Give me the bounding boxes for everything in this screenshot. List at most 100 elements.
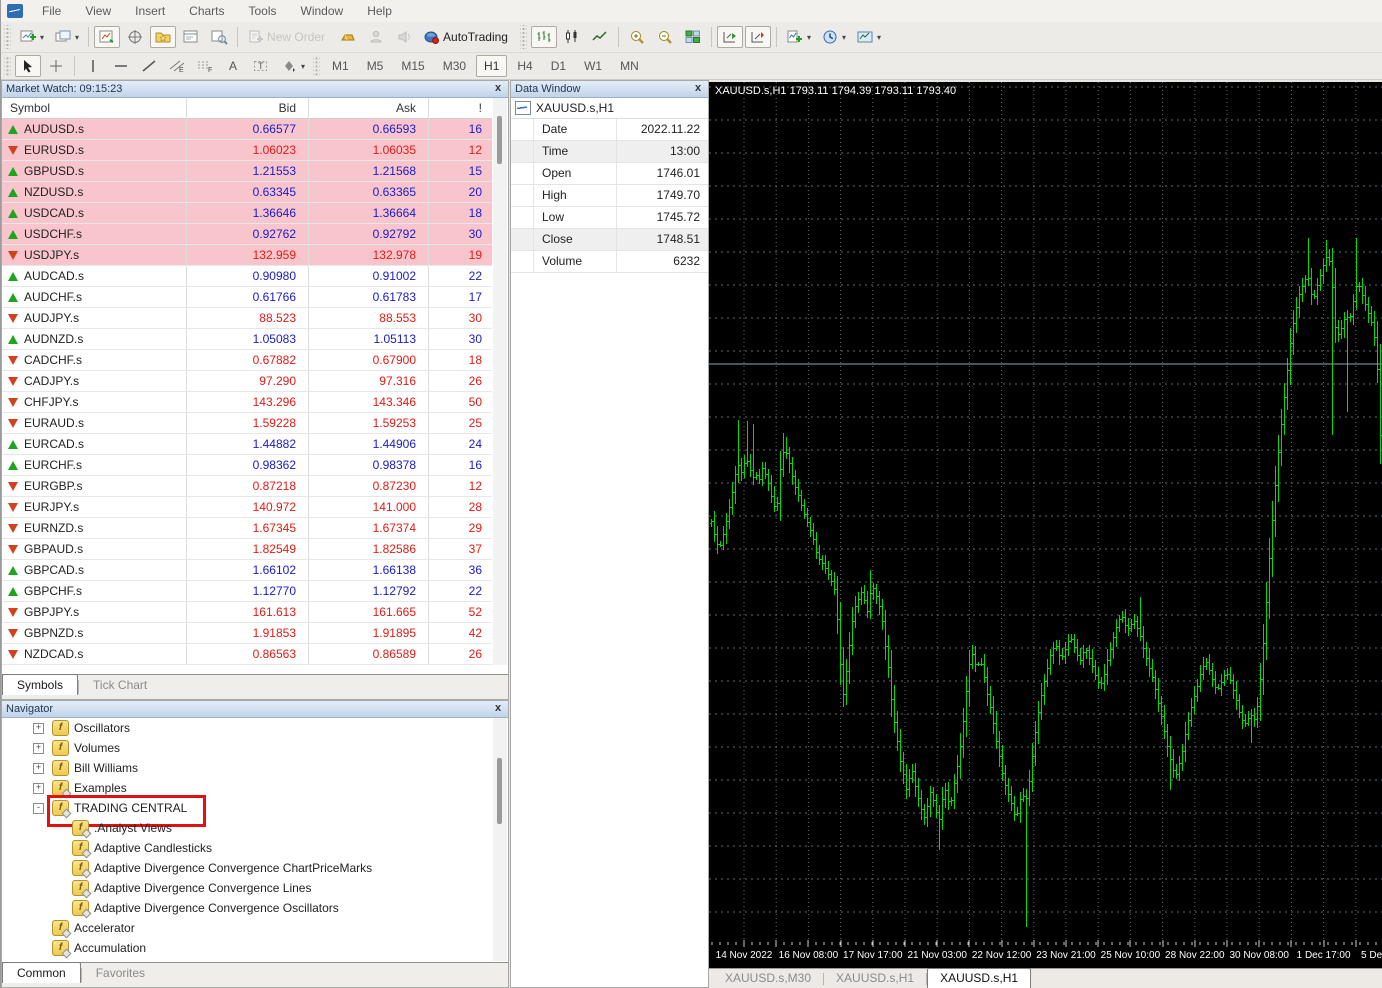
market-watch-row-audjpy-s[interactable]: AUDJPY.s88.52388.55330: [2, 308, 492, 329]
market-watch-row-chfjpy-s[interactable]: CHFJPY.s143.296143.34650: [2, 392, 492, 413]
market-watch-row-cadchf-s[interactable]: CADCHF.s0.678820.6790018: [2, 350, 492, 371]
periods-button[interactable]: ▾: [817, 26, 850, 48]
market-watch-row-eurcad-s[interactable]: EURCAD.s1.448821.4490624: [2, 434, 492, 455]
navigator-item-adaptive-divergence-convergence-lines[interactable]: fAdaptive Divergence Convergence Lines: [2, 878, 492, 898]
vline-button[interactable]: [80, 55, 106, 77]
close-icon[interactable]: x: [692, 83, 704, 95]
templates-button[interactable]: ▾: [852, 26, 885, 48]
data-window-toggle[interactable]: [122, 26, 148, 48]
market-watch-row-audchf-s[interactable]: AUDCHF.s0.617660.6178317: [2, 287, 492, 308]
market-watch-row-eurchf-s[interactable]: EURCHF.s0.983620.9837816: [2, 455, 492, 476]
chevron-down-icon[interactable]: ▾: [877, 33, 881, 42]
navigator-item-accelerator[interactable]: fAccelerator: [2, 918, 492, 938]
expert-advisor-button[interactable]: [363, 26, 389, 48]
menu-charts[interactable]: Charts: [178, 1, 235, 21]
tree-expand-icon[interactable]: +: [33, 723, 44, 734]
navigator-item-accumulation[interactable]: fAccumulation: [2, 938, 492, 958]
tree-expand-icon[interactable]: +: [33, 763, 44, 774]
zoom-in-button[interactable]: [624, 26, 650, 48]
sounds-button[interactable]: [391, 26, 417, 48]
market-watch-row-audusd-s[interactable]: AUDUSD.s0.665770.6659316: [2, 119, 492, 140]
auto-scroll-button[interactable]: [717, 26, 743, 48]
toolbar-grip[interactable]: [313, 56, 320, 77]
chart-shift-button[interactable]: [745, 26, 771, 48]
tree-expand-icon[interactable]: +: [33, 783, 44, 794]
timeframe-m1[interactable]: M1: [324, 55, 357, 77]
market-watch-row-eurnzd-s[interactable]: EURNZD.s1.673451.6737429: [2, 518, 492, 539]
market-watch-row-gbpusd-s[interactable]: GBPUSD.s1.215531.2156815: [2, 161, 492, 182]
chevron-down-icon[interactable]: ▾: [75, 33, 79, 42]
hline-button[interactable]: [108, 55, 134, 77]
shapes-button[interactable]: ▾: [276, 55, 309, 77]
navigator-item-adaptive-candlesticks[interactable]: fAdaptive Candlesticks: [2, 838, 492, 858]
col-bid[interactable]: Bid: [187, 98, 309, 118]
menu-window[interactable]: Window: [290, 1, 355, 21]
market-watch-row-eurusd-s[interactable]: EURUSD.s1.060231.0603512: [2, 140, 492, 161]
close-icon[interactable]: x: [492, 703, 504, 715]
menu-help[interactable]: Help: [356, 1, 403, 21]
market-watch-row-audnzd-s[interactable]: AUDNZD.s1.050831.0511330: [2, 329, 492, 350]
col-spread[interactable]: !: [429, 98, 492, 118]
chevron-down-icon[interactable]: ▾: [301, 62, 305, 71]
strategy-tester-button[interactable]: [206, 26, 232, 48]
navigator-item--analyst-views[interactable]: f.Analyst Views: [2, 818, 492, 838]
trendline-button[interactable]: [136, 55, 162, 77]
fibonacci-button[interactable]: F: [192, 55, 218, 77]
price-chart[interactable]: 14 Nov 202216 Nov 08:0017 Nov 17:0021 No…: [709, 82, 1382, 968]
market-watch-row-gbpjpy-s[interactable]: GBPJPY.s161.613161.66552: [2, 602, 492, 623]
chevron-down-icon[interactable]: ▾: [807, 33, 811, 42]
market-watch-row-usdchf-s[interactable]: USDCHF.s0.927620.9279230: [2, 224, 492, 245]
scrollbar-thumb[interactable]: [497, 116, 502, 164]
navigator-titlebar[interactable]: Navigator x: [2, 701, 508, 718]
navigator-item-volumes[interactable]: +fVolumes: [2, 738, 492, 758]
market-watch-row-nzdusd-s[interactable]: NZDUSD.s0.633450.6336520: [2, 182, 492, 203]
line-chart-button[interactable]: [587, 26, 613, 48]
profiles-button[interactable]: ▾: [50, 26, 83, 48]
close-icon[interactable]: x: [492, 83, 504, 95]
market-watch-tab-tick-chart[interactable]: Tick Chart: [79, 675, 161, 695]
chevron-down-icon[interactable]: ▾: [40, 33, 44, 42]
market-watch-row-eurgbp-s[interactable]: EURGBP.s0.872180.8723012: [2, 476, 492, 497]
navigator-item-bill-williams[interactable]: +fBill Williams: [2, 758, 492, 778]
col-ask[interactable]: Ask: [309, 98, 429, 118]
tree-expand-icon[interactable]: +: [33, 743, 44, 754]
toolbar-grip[interactable]: [4, 25, 11, 49]
scrollbar-thumb[interactable]: [497, 758, 502, 824]
toolbar-grip[interactable]: [520, 25, 527, 49]
zoom-out-button[interactable]: [652, 26, 678, 48]
timeframe-m5[interactable]: M5: [359, 55, 392, 77]
navigator-item-adaptive-divergence-convergence-oscillators[interactable]: fAdaptive Divergence Convergence Oscilla…: [2, 898, 492, 918]
cursor-button[interactable]: [15, 55, 41, 77]
market-watch-row-usdcad-s[interactable]: USDCAD.s1.366461.3666418: [2, 203, 492, 224]
menu-tools[interactable]: Tools: [238, 1, 288, 21]
timeframe-h1[interactable]: H1: [476, 55, 507, 77]
candlestick-chart-canvas[interactable]: 14 Nov 202216 Nov 08:0017 Nov 17:0021 No…: [709, 82, 1382, 968]
navigator-toggle[interactable]: [150, 26, 176, 48]
market-watch-row-audcad-s[interactable]: AUDCAD.s0.909800.9100222: [2, 266, 492, 287]
market-watch-row-nzdcad-s[interactable]: NZDCAD.s0.865630.8658926: [2, 644, 492, 665]
navigator-tab-favorites[interactable]: Favorites: [82, 963, 159, 983]
market-watch-row-euraud-s[interactable]: EURAUD.s1.592281.5925325: [2, 413, 492, 434]
timeframe-mn[interactable]: MN: [612, 55, 647, 77]
navigator-item-oscillators[interactable]: +fOscillators: [2, 718, 492, 738]
market-watch-row-gbpnzd-s[interactable]: GBPNZD.s1.918531.9189542: [2, 623, 492, 644]
market-watch-row-cadjpy-s[interactable]: CADJPY.s97.29097.31626: [2, 371, 492, 392]
menu-view[interactable]: View: [74, 1, 122, 21]
tile-windows-button[interactable]: [680, 26, 706, 48]
timeframe-m15[interactable]: M15: [393, 55, 432, 77]
market-watch-row-eurjpy-s[interactable]: EURJPY.s140.972141.00028: [2, 497, 492, 518]
trading-central-button[interactable]: [335, 26, 361, 48]
timeframe-d1[interactable]: D1: [543, 55, 574, 77]
timeframe-m30[interactable]: M30: [435, 55, 474, 77]
toolbar-grip[interactable]: [4, 56, 11, 77]
timeframe-h4[interactable]: H4: [509, 55, 540, 77]
market-watch-toggle[interactable]: [94, 26, 120, 48]
navigator-tab-common[interactable]: Common: [2, 962, 81, 983]
menu-file[interactable]: File: [31, 1, 72, 21]
terminal-toggle[interactable]: [178, 26, 204, 48]
chart-tab-2-xauusd-s-h1[interactable]: XAUUSD.s,H1: [927, 968, 1031, 988]
candlestick-button[interactable]: [559, 26, 585, 48]
tree-expand-icon[interactable]: -: [33, 803, 44, 814]
text-button[interactable]: A: [220, 55, 246, 77]
chart-tab-0-xauusd-s-m30[interactable]: XAUUSD.s,M30: [713, 969, 823, 988]
